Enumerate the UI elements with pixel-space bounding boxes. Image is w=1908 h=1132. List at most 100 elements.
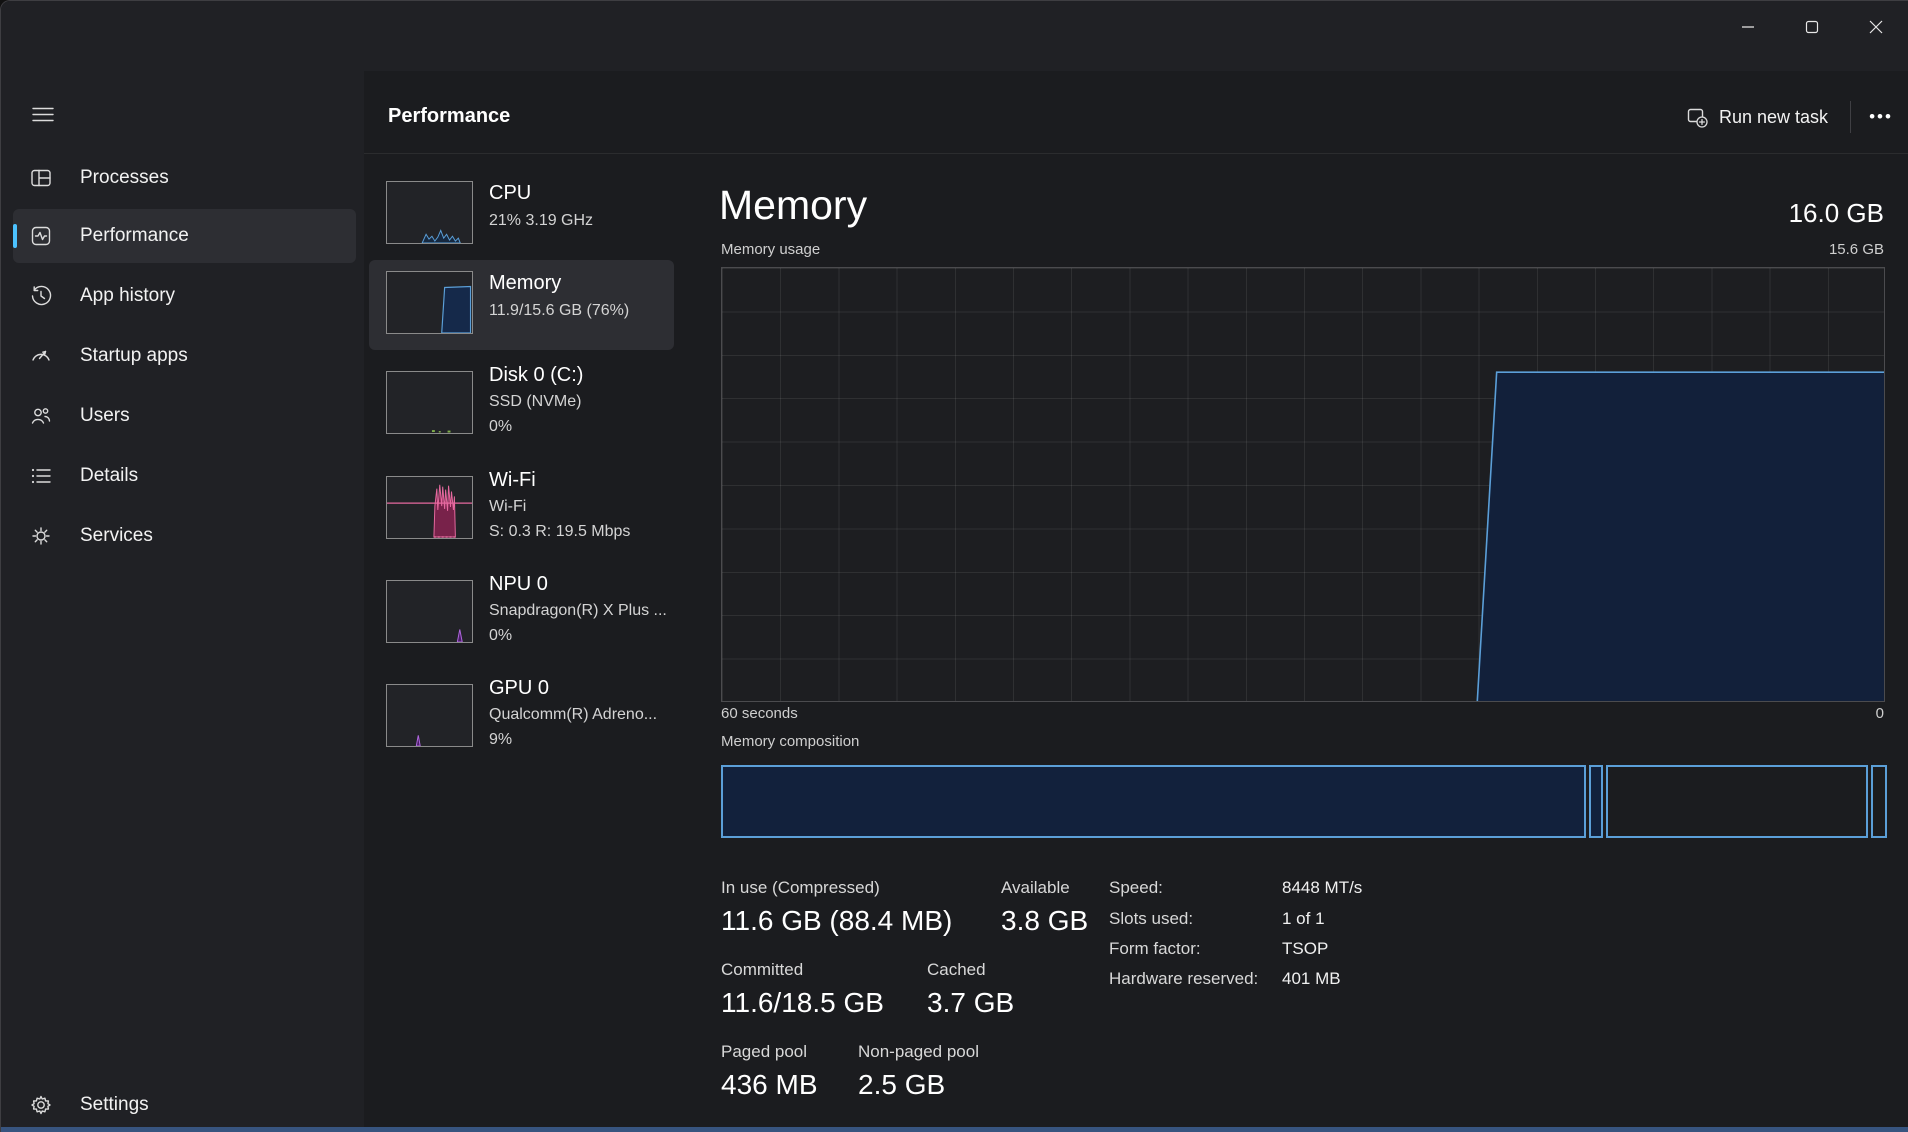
header-divider-vertical [1850, 101, 1851, 133]
memory-composition-label: Memory composition [721, 733, 860, 750]
form-factor-label: Form factor: [1109, 939, 1201, 958]
perf-item-type: SSD (NVMe) [489, 393, 582, 410]
navigation-menu-button[interactable] [21, 95, 65, 133]
page-title: Performance [388, 105, 511, 127]
non-paged-pool-value: 2.5 GB [858, 1069, 946, 1100]
cached-label: Cached [927, 960, 986, 979]
app-history-icon [31, 285, 52, 306]
minimize-button[interactable] [1716, 1, 1780, 53]
perf-item-stat: 0% [489, 418, 513, 435]
sidebar-item-label: Users [80, 405, 130, 426]
memory-mini-chart [386, 271, 473, 334]
sidebar-item-processes[interactable]: Processes [13, 151, 356, 205]
perf-item-stat: 11.9/15.6 GB (76%) [489, 302, 630, 319]
perf-item-npu-0[interactable]: NPU 0 Snapdragon(R) X Plus ... 0% [369, 569, 674, 659]
paged-pool-value: 436 MB [721, 1069, 818, 1100]
memory-usage-label: Memory usage [721, 241, 821, 258]
sidebar-item-services[interactable]: Services [13, 509, 356, 563]
sidebar: Processes Performance App history Startu… [1, 1, 364, 1132]
sidebar-item-label: Startup apps [80, 345, 188, 366]
available-label: Available [1001, 878, 1070, 897]
memory-capacity: 16.0 GB [1788, 198, 1884, 228]
memory-composition-bar [721, 765, 1887, 838]
performance-icon [31, 226, 51, 246]
users-icon [31, 408, 51, 424]
committed-value: 11.6/18.5 GB [721, 987, 884, 1018]
perf-item-title: Memory [489, 272, 562, 294]
hardware-reserved-label: Hardware reserved: [1109, 969, 1259, 988]
window-plus-icon [1687, 108, 1708, 128]
processes-icon [31, 169, 51, 187]
sidebar-item-label: Processes [80, 167, 169, 188]
sidebar-item-users[interactable]: Users [13, 389, 356, 443]
paged-pool-label: Paged pool [721, 1042, 808, 1061]
task-manager-window: Task Manager Processes Performance [0, 0, 1908, 1132]
perf-item-type: Qualcomm(R) Adreno... [489, 706, 658, 723]
details-icon [31, 468, 51, 484]
perf-item-gpu-0[interactable]: GPU 0 Qualcomm(R) Adreno... 9% [369, 673, 674, 763]
perf-item-stat: 21% 3.19 GHz [489, 212, 594, 229]
perf-item-stat: 9% [489, 731, 513, 748]
chart-x-right-label: 0 [1875, 705, 1884, 722]
hamburger-icon [32, 107, 54, 121]
perf-item-title: Wi-Fi [489, 469, 536, 491]
chart-x-left-label: 60 seconds [721, 705, 798, 722]
run-new-task-button[interactable]: Run new task [1677, 97, 1838, 137]
slots-used-value: 1 of 1 [1282, 909, 1325, 928]
perf-item-title: Disk 0 (C:) [489, 364, 584, 386]
gpu-mini-chart [386, 684, 473, 747]
startup-apps-icon [32, 350, 50, 361]
cpu-mini-chart [386, 181, 473, 244]
sidebar-item-settings[interactable]: Settings [13, 1078, 356, 1132]
form-factor-value: TSOP [1282, 939, 1329, 958]
perf-item-cpu[interactable]: CPU 21% 3.19 GHz [369, 170, 674, 260]
services-icon [32, 527, 50, 545]
sidebar-item-details[interactable]: Details [13, 449, 356, 503]
sidebar-item-performance[interactable]: Performance [13, 209, 356, 263]
in-use-label: In use (Compressed) [721, 878, 880, 897]
perf-item-stat: S: 0.3 R: 19.5 Mbps [489, 523, 631, 540]
window-controls [1716, 1, 1908, 57]
hardware-reserved-value: 401 MB [1282, 969, 1341, 988]
perf-item-title: GPU 0 [489, 677, 550, 699]
settings-gear-icon [31, 1095, 51, 1115]
sidebar-item-label: Services [80, 525, 153, 546]
perf-item-wifi[interactable]: Wi-Fi Wi-Fi S: 0.3 R: 19.5 Mbps [369, 465, 674, 555]
perf-item-memory[interactable]: Memory 11.9/15.6 GB (76%) [369, 260, 674, 350]
sidebar-item-label: Settings [80, 1094, 149, 1115]
sidebar-item-label: Performance [80, 225, 189, 246]
sidebar-item-label: App history [80, 285, 176, 306]
npu-mini-chart [386, 580, 473, 643]
disk-mini-chart [386, 371, 473, 434]
run-new-task-label: Run new task [1719, 106, 1829, 127]
committed-label: Committed [721, 960, 804, 979]
maximize-button[interactable] [1780, 1, 1844, 53]
chart-y-max-label: 15.6 GB [1828, 241, 1884, 258]
sidebar-item-startup-apps[interactable]: Startup apps [13, 329, 356, 383]
composition-segment-in-use [721, 765, 1587, 838]
speed-value: 8448 MT/s [1282, 878, 1363, 897]
composition-segment-standby [1606, 765, 1868, 838]
sidebar-item-app-history[interactable]: App history [13, 269, 356, 323]
in-use-value: 11.6 GB (88.4 MB) [721, 905, 953, 936]
memory-detail-title: Memory [719, 182, 868, 228]
memory-usage-chart [721, 267, 1885, 702]
speed-label: Speed: [1109, 878, 1163, 897]
non-paged-pool-label: Non-paged pool [858, 1042, 979, 1061]
perf-item-type: Snapdragon(R) X Plus ... [489, 602, 667, 619]
selection-accent [13, 224, 17, 248]
close-button[interactable] [1844, 1, 1908, 53]
slots-used-label: Slots used: [1109, 909, 1194, 928]
perf-item-title: CPU [489, 182, 532, 204]
sidebar-item-label: Details [80, 465, 139, 486]
taskbar-edge [1, 1127, 1908, 1132]
more-options-button[interactable]: ••• [1859, 97, 1903, 137]
header-divider [364, 153, 1908, 154]
wifi-mini-chart [386, 476, 473, 539]
perf-item-stat: 0% [489, 627, 513, 644]
composition-segment-free [1870, 765, 1887, 838]
perf-item-disk-0[interactable]: Disk 0 (C:) SSD (NVMe) 0% [369, 360, 674, 450]
composition-segment-modified [1589, 765, 1604, 838]
perf-item-title: NPU 0 [489, 573, 548, 595]
cached-value: 3.7 GB [927, 987, 1015, 1018]
